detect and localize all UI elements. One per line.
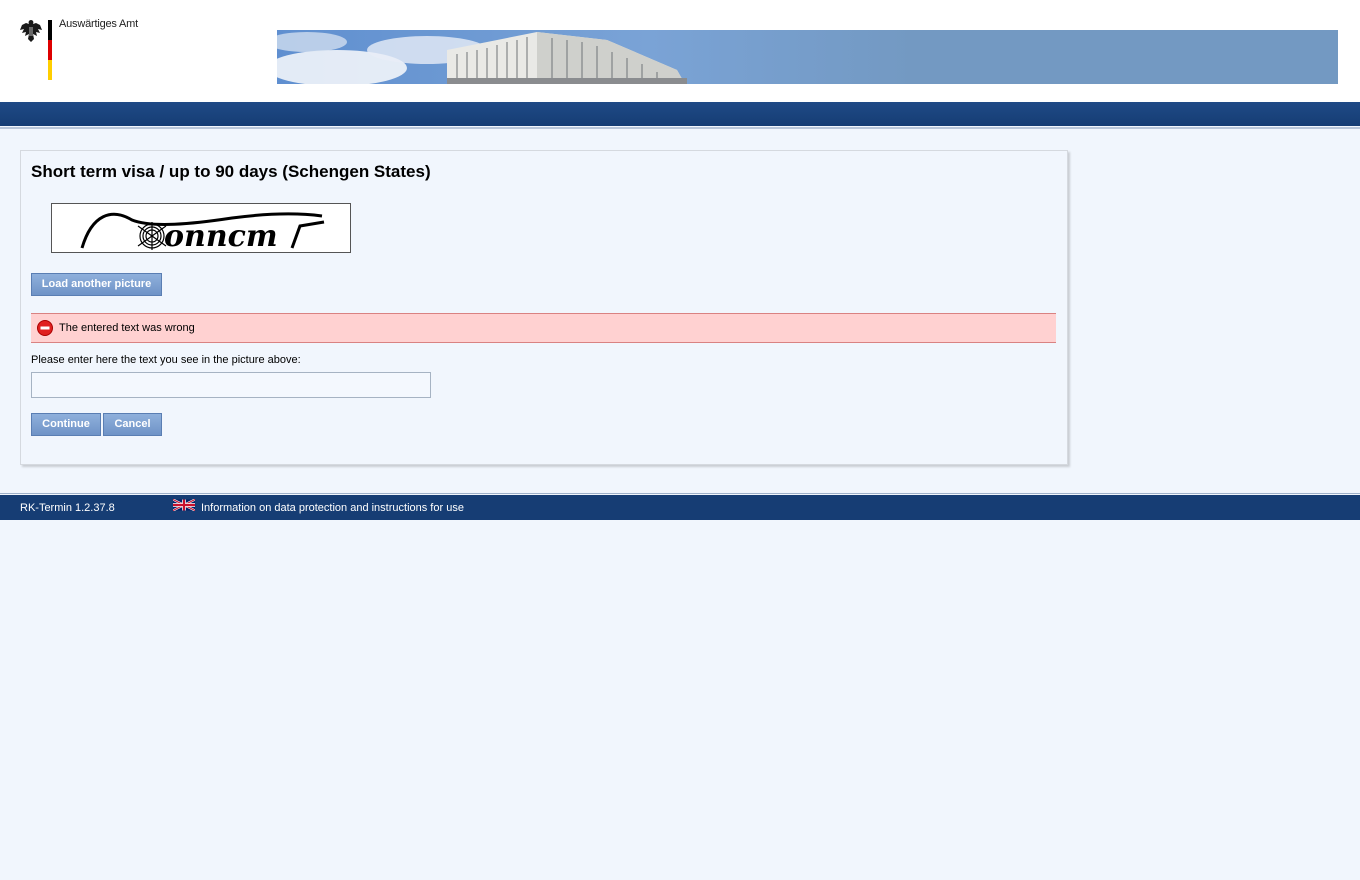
footer-divider (0, 493, 1360, 494)
continue-button[interactable]: Continue (31, 413, 101, 436)
captcha-glyphs: onncm (164, 219, 278, 253)
captcha-text-input[interactable] (31, 372, 431, 398)
app-version: RK-Termin 1.2.37.8 (20, 502, 115, 514)
captcha-image: onncm (51, 203, 351, 253)
auswaertiges-amt-logo: Auswärtiges Amt (18, 18, 148, 82)
eagle-icon (20, 20, 42, 42)
data-protection-info-link[interactable]: Information on data protection and instr… (201, 502, 464, 514)
header-banner-image (277, 30, 1338, 84)
header: Auswärtiges Amt (0, 0, 1360, 102)
nav-divider (0, 127, 1360, 129)
cancel-button[interactable]: Cancel (103, 413, 162, 436)
error-banner: The entered text was wrong (31, 313, 1056, 343)
footer: RK-Termin 1.2.37.8 Information on data p… (0, 495, 1360, 520)
captcha-form-card: Short term visa / up to 90 days (Schenge… (20, 150, 1068, 465)
main-navigation-bar (0, 102, 1360, 126)
error-icon (37, 320, 53, 336)
error-message: The entered text was wrong (59, 322, 195, 334)
org-name: Auswärtiges Amt (59, 18, 138, 30)
load-another-picture-button[interactable]: Load another picture (31, 273, 162, 296)
page-title: Short term visa / up to 90 days (Schenge… (31, 162, 431, 181)
uk-flag-icon[interactable] (173, 499, 195, 511)
german-flag-bar (48, 20, 52, 80)
captcha-input-label: Please enter here the text you see in th… (31, 354, 301, 366)
